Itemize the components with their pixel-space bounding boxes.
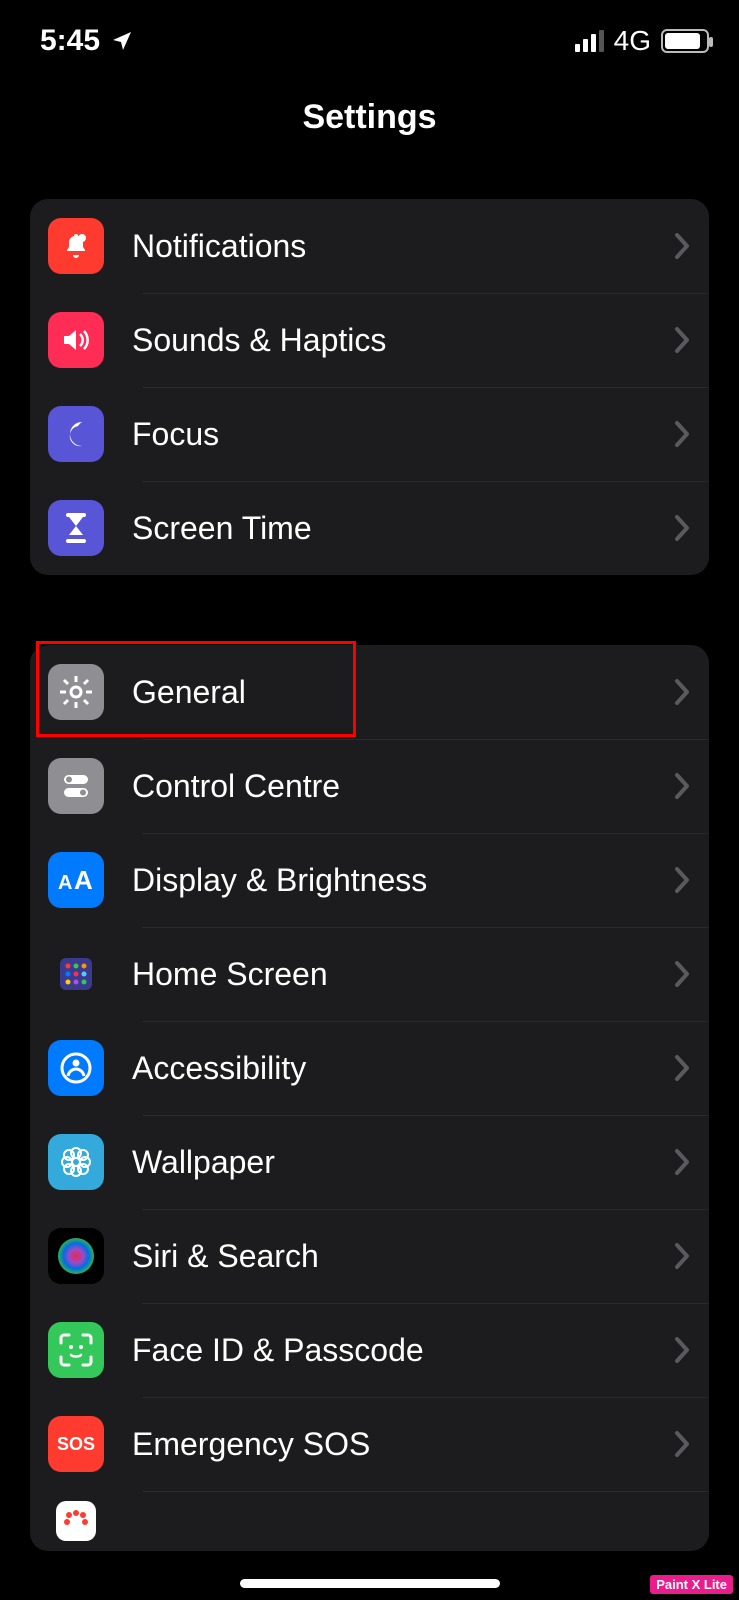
settings-row-wallpaper[interactable]: Wallpaper xyxy=(30,1115,709,1209)
grid-icon xyxy=(48,946,104,1002)
chevron-right-icon xyxy=(673,325,691,355)
settings-row-focus[interactable]: Focus xyxy=(30,387,709,481)
network-label: 4G xyxy=(614,25,651,57)
person-icon xyxy=(48,1040,104,1096)
row-label: Screen Time xyxy=(132,510,673,547)
chevron-right-icon xyxy=(673,771,691,801)
row-label: Display & Brightness xyxy=(132,862,673,899)
watermark: Paint X Lite xyxy=(650,1575,733,1594)
moon-icon xyxy=(48,406,104,462)
battery-icon xyxy=(661,29,709,53)
row-label: Focus xyxy=(132,416,673,453)
settings-row-exposure[interactable] xyxy=(30,1491,709,1551)
status-bar: 5:45 4G xyxy=(0,0,739,64)
settings-row-accessibility[interactable]: Accessibility xyxy=(30,1021,709,1115)
chevron-right-icon xyxy=(673,1053,691,1083)
toggles-icon xyxy=(48,758,104,814)
chevron-right-icon xyxy=(673,865,691,895)
dots-icon xyxy=(48,1493,104,1549)
chevron-right-icon xyxy=(673,1335,691,1365)
screen: 5:45 4G Settings Notifications Sounds & H… xyxy=(0,0,739,1600)
status-right: 4G xyxy=(575,25,709,57)
svg-text:SOS: SOS xyxy=(57,1434,95,1454)
status-left: 5:45 xyxy=(40,24,134,58)
face-icon xyxy=(48,1322,104,1378)
settings-group: Notifications Sounds & Haptics Focus Screen… xyxy=(30,199,709,575)
bell-icon xyxy=(48,218,104,274)
location-icon xyxy=(110,29,134,53)
speaker-icon xyxy=(48,312,104,368)
row-label: Wallpaper xyxy=(132,1144,673,1181)
settings-row-general[interactable]: General xyxy=(30,645,709,739)
chevron-right-icon xyxy=(673,677,691,707)
chevron-right-icon xyxy=(673,1241,691,1271)
aa-icon: AA xyxy=(48,852,104,908)
row-label: Emergency SOS xyxy=(132,1426,673,1463)
row-label: Accessibility xyxy=(132,1050,673,1087)
settings-row-screentime[interactable]: Screen Time xyxy=(30,481,709,575)
settings-row-siri[interactable]: Siri & Search xyxy=(30,1209,709,1303)
sos-icon: SOS xyxy=(48,1416,104,1472)
settings-group: General Control Centre AA Display & Brightn… xyxy=(30,645,709,1551)
chevron-right-icon xyxy=(673,1147,691,1177)
settings-row-sounds[interactable]: Sounds & Haptics xyxy=(30,293,709,387)
chevron-right-icon xyxy=(673,959,691,989)
row-label: Siri & Search xyxy=(132,1238,673,1275)
row-label: Sounds & Haptics xyxy=(132,322,673,359)
siri-icon xyxy=(48,1228,104,1284)
chevron-right-icon xyxy=(673,1429,691,1459)
svg-text:A: A xyxy=(58,872,72,894)
settings-row-homescreen[interactable]: Home Screen xyxy=(30,927,709,1021)
signal-icon xyxy=(575,30,604,52)
settings-row-notifications[interactable]: Notifications xyxy=(30,199,709,293)
settings-row-faceid[interactable]: Face ID & Passcode xyxy=(30,1303,709,1397)
row-label: Notifications xyxy=(132,228,673,265)
row-label: Face ID & Passcode xyxy=(132,1332,673,1369)
page-title: Settings xyxy=(0,98,739,137)
flower-icon xyxy=(48,1134,104,1190)
row-label: General xyxy=(132,674,673,711)
chevron-right-icon xyxy=(673,231,691,261)
svg-text:A: A xyxy=(74,865,93,895)
chevron-right-icon xyxy=(673,513,691,543)
settings-row-display[interactable]: AA Display & Brightness xyxy=(30,833,709,927)
row-label: Control Centre xyxy=(132,768,673,805)
gear-icon xyxy=(48,664,104,720)
home-indicator xyxy=(240,1579,500,1588)
settings-row-sos[interactable]: SOS Emergency SOS xyxy=(30,1397,709,1491)
status-time: 5:45 xyxy=(40,24,100,58)
settings-list: Notifications Sounds & Haptics Focus Screen… xyxy=(0,199,739,1551)
chevron-right-icon xyxy=(673,419,691,449)
row-label: Home Screen xyxy=(132,956,673,993)
hourglass-icon xyxy=(48,500,104,556)
settings-row-controlcentre[interactable]: Control Centre xyxy=(30,739,709,833)
